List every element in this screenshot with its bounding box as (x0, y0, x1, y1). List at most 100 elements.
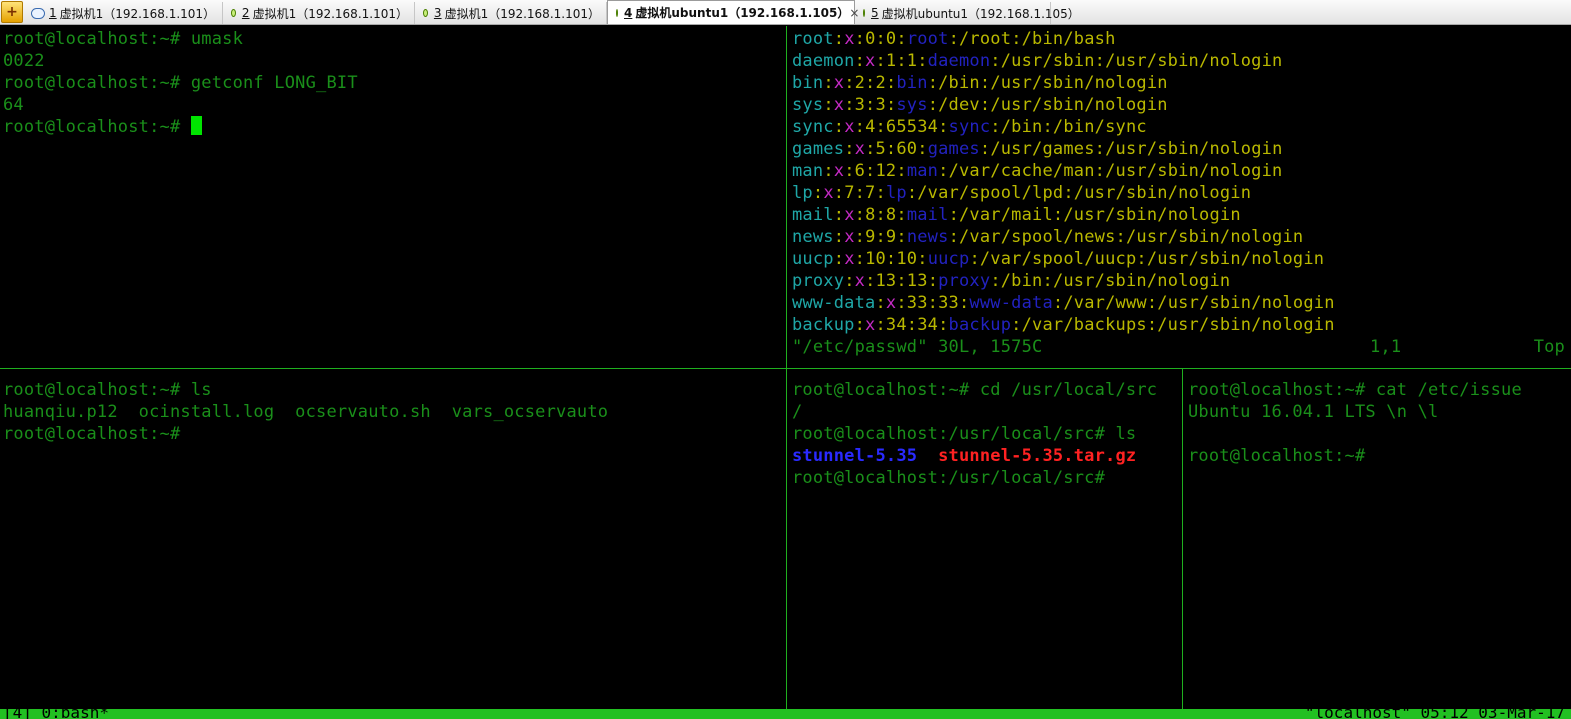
field-separator: : (854, 205, 866, 225)
field-separator: : (1063, 183, 1074, 203)
field-separator: : (896, 205, 907, 225)
tab-label: 虚拟机ubuntu1（192.168.1.105） (881, 6, 1080, 21)
tab-session-3[interactable]: 3 虚拟机1（192.168.1.101） (415, 2, 607, 24)
pane-bottom-middle[interactable]: root@localhost:~# cd /usr/local/src / ro… (788, 377, 1182, 709)
passwd-password-field: x (854, 271, 866, 291)
tab-session-1[interactable]: 1 虚拟机1（192.168.1.101） (25, 2, 223, 24)
passwd-password-field: x (854, 139, 866, 159)
passwd-line: daemon:x:1:1:daemon:/usr/sbin:/usr/sbin/… (792, 50, 1571, 72)
passwd-home: /var/backups (1021, 315, 1147, 335)
passwd-gecos: root (906, 29, 949, 49)
field-separator: : (844, 95, 855, 115)
field-separator: : (958, 293, 970, 313)
field-separator: : (917, 249, 928, 269)
passwd-user: www-data (792, 293, 876, 313)
field-separator: : (979, 139, 991, 159)
passwd-user: lp (792, 183, 813, 203)
field-separator: : (823, 73, 834, 93)
passwd-user: root (792, 29, 834, 49)
pane-top-left[interactable]: root@localhost:~# umask 0022 root@localh… (0, 26, 786, 368)
passwd-gecos: www-data (969, 293, 1053, 313)
passwd-uid-gid: 1:1 (885, 51, 918, 71)
pane-divider-horizontal[interactable] (0, 368, 1571, 369)
passwd-password-field: x (844, 205, 855, 225)
field-separator: : (875, 183, 886, 203)
terminal-line: / (792, 402, 803, 422)
pane-bottom-left[interactable]: root@localhost:~# ls huanqiu.p12 ocinsta… (0, 377, 786, 709)
field-separator: : (896, 161, 907, 181)
field-separator: : (865, 271, 876, 291)
pane-top-right-vim[interactable]: root:x:0:0:root:/root:/bin/bash daemon:x:… (788, 26, 1571, 368)
field-separator: : (1052, 205, 1064, 225)
passwd-uid-gid: 3:3 (854, 95, 886, 115)
passwd-gecos: proxy (938, 271, 991, 291)
passwd-line: uucp:x:10:10:uucp:/var/spool/uucp:/usr/s… (792, 248, 1571, 270)
field-separator: : (948, 29, 959, 49)
field-separator: : (854, 29, 866, 49)
passwd-uid-gid: 2:2 (854, 73, 886, 93)
passwd-line: sys:x:3:3:sys:/dev:/usr/sbin/nologin (792, 94, 1571, 116)
passwd-password-field: x (833, 95, 845, 115)
terminal-window[interactable]: root@localhost:~# umask 0022 root@localh… (0, 26, 1571, 719)
passwd-line: proxy:x:13:13:proxy:/bin:/usr/sbin/nolog… (792, 270, 1571, 292)
field-separator: : (927, 73, 939, 93)
passwd-user: bin (792, 73, 824, 93)
pane-divider-vertical[interactable] (1182, 369, 1183, 709)
passwd-password-field: x (833, 161, 845, 181)
field-separator: : (823, 161, 834, 181)
tab-session-4[interactable]: 4 虚拟机ubuntu1（192.168.1.105） × (607, 0, 859, 24)
passwd-gecos: man (906, 161, 939, 181)
field-separator: : (948, 227, 959, 247)
tab-number: 1 (49, 6, 57, 20)
passwd-gecos: sync (948, 117, 991, 137)
field-separator: : (1094, 139, 1106, 159)
passwd-home: /var/spool/uucp (979, 249, 1137, 269)
passwd-uid-gid: 34:34 (885, 315, 939, 335)
passwd-uid-gid: 8:8 (865, 205, 897, 225)
passwd-gecos: sys (896, 95, 928, 115)
passwd-gecos: bin (896, 73, 928, 93)
field-separator: : (844, 271, 855, 291)
passwd-home: /var/mail (959, 205, 1053, 225)
terminal-line: root@localhost:~# (1188, 446, 1366, 466)
connected-status-icon (616, 8, 618, 17)
new-session-button[interactable]: + (1, 1, 23, 23)
field-separator: : (1094, 161, 1106, 181)
field-separator: : (979, 73, 991, 93)
tab-session-5[interactable]: 5 虚拟机ubuntu1（192.168.1.105） (855, 2, 1080, 24)
terminal-line: root@localhost:/usr/local/src# ls (792, 424, 1137, 444)
passwd-password-field: x (844, 117, 855, 137)
field-separator: : (854, 51, 866, 71)
field-separator: : (1136, 249, 1147, 269)
passwd-shell: /usr/sbin/nologin (1105, 51, 1283, 71)
field-separator: : (990, 51, 1001, 71)
terminal-line: root@localhost:~# (3, 116, 786, 138)
tab-number: 3 (433, 6, 442, 20)
passwd-user: man (792, 161, 824, 181)
vim-status-line: "/etc/passwd" 30L, 1575C 1,1 Top (792, 336, 1571, 358)
passwd-line: bin:x:2:2:bin:/bin:/usr/sbin/nologin (792, 72, 1571, 94)
field-separator: : (927, 95, 939, 115)
terminal-line: 64 (3, 95, 24, 115)
passwd-shell: /usr/sbin/nologin (1063, 205, 1241, 225)
pane-bottom-right[interactable]: root@localhost:~# cat /etc/issue Ubuntu … (1184, 377, 1571, 709)
tmux-status-bar: [4] 0:bash* "localhost" 05:12 03-Mar-17 (0, 709, 1571, 719)
passwd-shell: /bin/bash (1021, 29, 1116, 49)
passwd-shell: /usr/sbin/nologin (1157, 293, 1335, 313)
field-separator: : (896, 227, 907, 247)
passwd-gecos: uucp (927, 249, 970, 269)
field-separator: : (969, 249, 980, 269)
terminal-line: 0022 (3, 51, 45, 71)
passwd-line: root:x:0:0:root:/root:/bin/bash (792, 28, 1571, 50)
passwd-password-field: x (844, 249, 855, 269)
connected-status-icon (863, 9, 865, 17)
passwd-home: /bin (1000, 117, 1043, 137)
tmux-window-list[interactable]: [4] 0:bash* (3, 709, 109, 719)
tab-session-2[interactable]: 2 虚拟机1（192.168.1.101） (223, 2, 415, 24)
vim-cursor-position: 1,1 (1370, 337, 1402, 357)
passwd-line: man:x:6:12:man:/var/cache/man:/usr/sbin/… (792, 160, 1571, 182)
terminal-line: root@localhost:/usr/local/src# (792, 468, 1106, 488)
passwd-shell: /usr/sbin/nologin (1073, 183, 1252, 203)
field-separator: : (990, 117, 1001, 137)
